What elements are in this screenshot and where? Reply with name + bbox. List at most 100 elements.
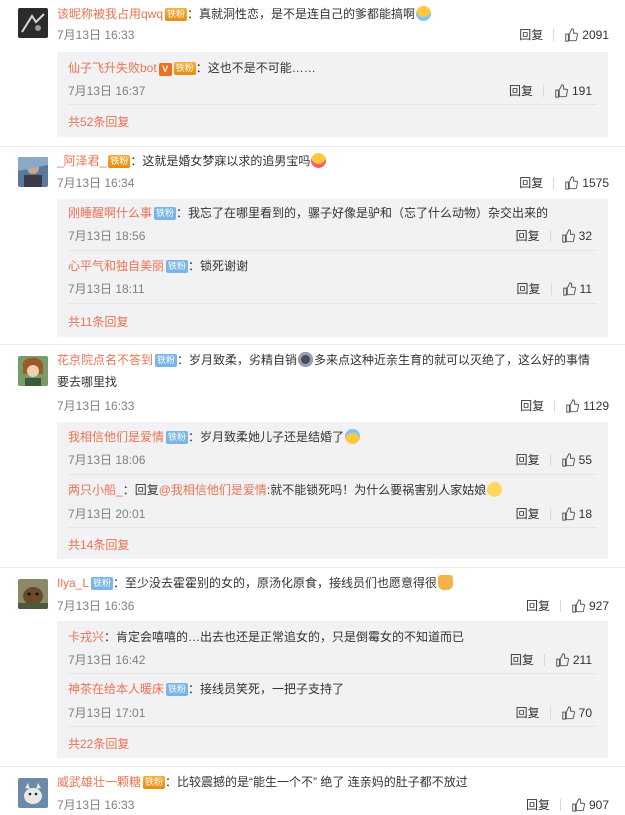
reply-button[interactable]: 回复 [519,174,543,192]
username-link[interactable]: 花京院点名不答到 [57,353,153,367]
username-link[interactable]: _阿泽君_ [57,154,106,168]
reply-button[interactable]: 回复 [526,796,550,814]
thumbs-up-icon [555,84,568,98]
avatar[interactable] [18,8,48,38]
reply-text: 两只小船_：回复@我相信他们是爱情:就不能锁死吗！为什么要祸害别人家姑娘 [68,480,600,500]
fan-badge[interactable]: 铁粉 [154,207,177,220]
reply-meta: 7月13日 18:11 回复 11 [68,280,592,298]
comment-text: 花京院点名不答到 铁粉 ：岁月致柔，劣精自销 多来点这种近亲生育的就可以灭绝了，这么好… [57,349,615,393]
comment-body: ：岁月致柔，劣精自销 [177,353,298,367]
avatar[interactable] [18,579,48,609]
reply-meta: 7月13日 18:56 回复 32 [68,227,592,245]
more-replies-link[interactable]: 共14条回复 [68,536,129,554]
reply-body: ：接线员笑死，一把子支持了 [188,682,345,696]
more-replies-link[interactable]: 共11条回复 [68,313,128,331]
username-link[interactable]: 威武雄壮一颗糖 [57,775,141,789]
comment-body: ：真就洞性恋，是不是连自己的爹都能搞啊 [187,7,416,21]
like-button[interactable]: 32 [561,227,592,245]
like-button[interactable]: 55 [561,451,592,469]
mention-link[interactable]: @我相信他们是爱情 [159,483,267,497]
timestamp: 7月13日 16:36 [57,599,135,613]
like-button[interactable]: 1575 [564,174,609,192]
reply-button[interactable]: 回复 [520,397,544,415]
username-link[interactable]: 该昵称被我占用qwq [57,7,163,21]
like-count: 927 [588,599,609,613]
thumbs-up-icon [561,507,575,521]
username-link[interactable]: 两只小船_ [68,483,123,497]
reply-button[interactable]: 回复 [516,704,540,722]
reply-meta: 7月13日 16:37 回复 191 [68,82,592,100]
avatar[interactable] [18,356,48,386]
like-count: 191 [571,84,592,98]
divider [0,146,625,147]
like-count: 32 [578,229,592,243]
username-link[interactable]: 我相信他们是爱情 [68,430,164,444]
reply-button[interactable]: 回复 [526,597,550,615]
comment-list: 该昵称被我占用qwq 铁粉 ：真就洞性恋，是不是连自己的爹都能搞啊 7月13日 16… [0,0,625,815]
like-count: 211 [572,653,592,667]
more-replies-link[interactable]: 共52条回复 [68,113,129,131]
comment-body: ：比较震撼的是“能生一个不” 绝了 连亲妈的肚子都不放过 [165,775,468,789]
timestamp: 7月13日 16:33 [57,399,135,413]
fan-badge[interactable]: 铁粉 [108,155,131,168]
avatar[interactable] [18,157,48,187]
username-link[interactable]: Ilya_L [57,576,89,590]
pray-emoji-icon [438,575,454,590]
username-link[interactable]: 卡戎兴 [68,630,104,644]
fan-badge[interactable]: 铁粉 [166,683,189,696]
fan-badge[interactable]: 铁粉 [91,577,114,590]
thumbs-up-icon [561,453,575,467]
divider [68,250,597,251]
divider [549,508,551,520]
like-button[interactable]: 70 [561,704,592,722]
divider [554,400,556,412]
more-replies-link[interactable]: 共22条回复 [68,735,129,753]
reply-button[interactable]: 回复 [519,26,543,44]
divider [68,726,597,727]
fan-badge[interactable]: 铁粉 [155,354,178,367]
reply-button[interactable]: 回复 [510,651,534,669]
like-button[interactable]: 11 [562,280,592,298]
timestamp: 7月13日 16:33 [57,798,135,812]
divider [542,85,544,97]
username-link[interactable]: 心平气和独自美丽 [68,259,164,273]
like-button[interactable]: 1129 [565,397,609,415]
comment-meta: 7月13日 16:33 回复 1129 [57,397,609,415]
like-button[interactable]: 18 [561,505,592,523]
divider [550,283,552,295]
fan-badge[interactable]: 铁粉 [165,8,188,21]
divider [0,344,625,345]
divider [549,230,551,242]
divider [0,567,625,568]
reply-text: 神茶在给本人暖床 铁粉 ：接线员笑死，一把子支持了 [68,679,600,699]
reply-button[interactable]: 回复 [516,451,540,469]
like-button[interactable]: 2091 [564,26,609,44]
reply-button[interactable]: 回复 [517,280,541,298]
like-button[interactable]: 907 [571,796,609,814]
like-count: 11 [579,282,592,296]
reply-text: 卡戎兴：肯定会嘻嘻的…出去也还是正常追女的，只是倒霉女的不知道而已 [68,627,600,647]
vip-badge[interactable]: V [158,63,172,76]
fan-badge[interactable]: 铁粉 [166,260,189,273]
divider [0,766,625,767]
reply-button[interactable]: 回复 [516,505,540,523]
divider [553,29,555,41]
username-link[interactable]: 神茶在给本人暖床 [68,682,164,696]
username-link[interactable]: 刚睡醒啊什么事 [68,206,152,220]
reply-button[interactable]: 回复 [516,227,540,245]
reply-text: 心平气和独自美丽 铁粉 ：锁死谢谢 [68,256,600,276]
fan-badge[interactable]: 铁粉 [173,62,196,75]
avatar[interactable] [18,778,48,808]
username-link[interactable]: 仙子飞升失败bot [68,61,157,75]
reply-body: ：这也不是不可能…… [195,61,316,75]
reply-box: 刚睡醒啊什么事 铁粉 ：我忘了在哪里看到的，骡子好像是驴和（忘了什么动物）杂交出来的… [57,199,608,337]
like-button[interactable]: 191 [554,82,592,100]
fan-badge[interactable]: 铁粉 [166,431,189,444]
reply-meta: 7月13日 17:01 回复 70 [68,704,592,722]
reply-button[interactable]: 回复 [509,82,533,100]
fan-badge[interactable]: 铁粉 [143,776,166,789]
like-button[interactable]: 927 [571,597,609,615]
like-button[interactable]: 211 [555,651,592,669]
divider [549,454,551,466]
reply-body: ：我忘了在哪里看到的，骡子好像是驴和（忘了什么动物）杂交出来的 [176,206,549,220]
